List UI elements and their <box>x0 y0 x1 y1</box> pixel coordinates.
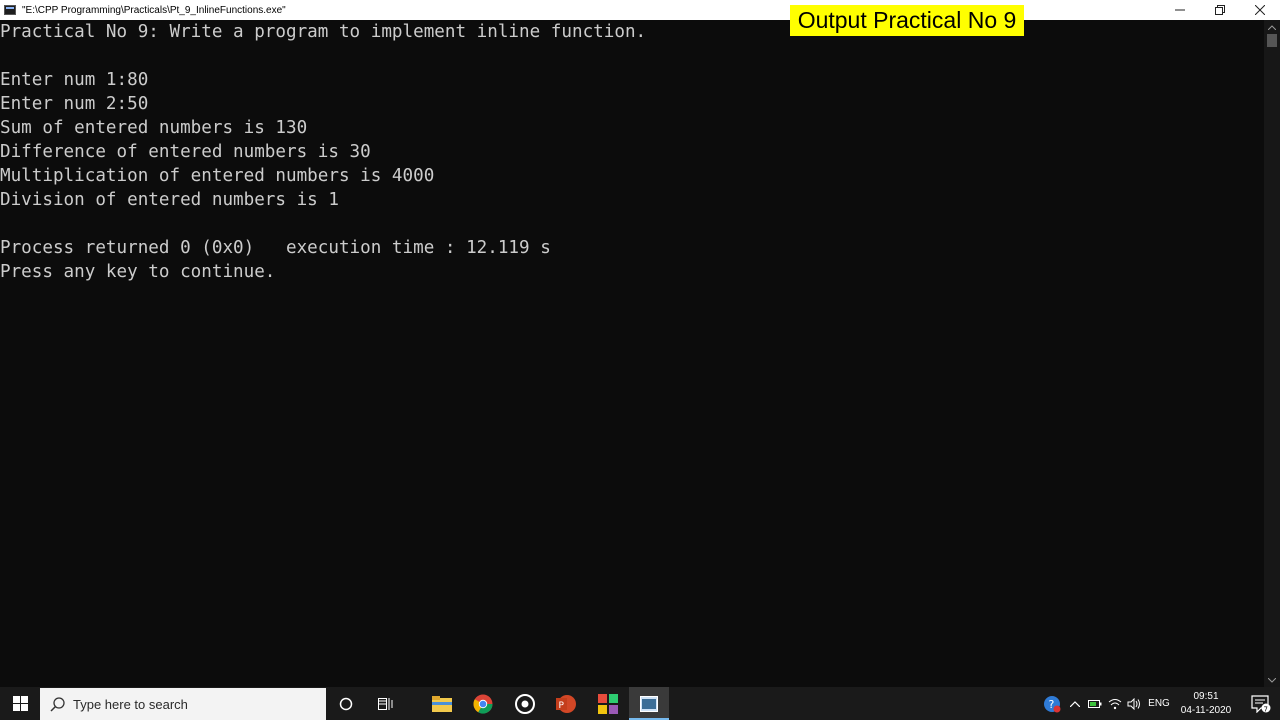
window-title: "E:\CPP Programming\Practicals\Pt_9_Inli… <box>22 4 286 16</box>
close-icon <box>1255 5 1265 15</box>
taskbar-console-app[interactable] <box>629 687 669 720</box>
console-line: Difference of entered numbers is 30 <box>0 142 371 162</box>
minimize-button[interactable] <box>1160 0 1200 20</box>
taskbar-colorful-app[interactable] <box>588 687 628 720</box>
chrome-icon <box>473 694 493 714</box>
restore-icon <box>1215 5 1225 15</box>
colorful-app-icon <box>598 693 618 714</box>
task-view-button[interactable] <box>366 687 406 720</box>
scroll-down-button[interactable] <box>1264 673 1280 687</box>
window-controls <box>1160 0 1280 20</box>
media-player-icon <box>515 693 535 714</box>
chevron-up-icon <box>1070 700 1080 707</box>
console-line: Sum of entered numbers is 130 <box>0 118 308 138</box>
battery-icon <box>1088 699 1102 708</box>
console-line: Practical No 9: Write a program to imple… <box>0 22 647 42</box>
wifi-icon <box>1108 698 1122 709</box>
console-line: Multiplication of entered numbers is 400… <box>0 166 435 186</box>
tray-volume[interactable] <box>1125 687 1143 720</box>
tray-battery[interactable] <box>1086 687 1104 720</box>
console-line: Division of entered numbers is 1 <box>0 190 339 210</box>
help-icon: ? <box>1044 695 1061 712</box>
scroll-up-button[interactable] <box>1264 20 1280 34</box>
cortana-button[interactable] <box>326 687 366 720</box>
console-app-icon <box>640 695 658 712</box>
cortana-icon <box>339 697 353 710</box>
tray-wifi[interactable] <box>1106 687 1124 720</box>
windows-logo-icon <box>12 696 28 711</box>
taskbar-clock[interactable]: 09:51 04-11-2020 <box>1170 687 1242 720</box>
tray-overflow[interactable] <box>1066 687 1084 720</box>
chevron-down-icon <box>1268 677 1276 683</box>
close-button[interactable] <box>1240 0 1280 20</box>
file-explorer-icon <box>432 695 452 712</box>
console-line: Enter num 1:80 <box>0 70 149 90</box>
notification-count: 7 <box>1264 705 1268 713</box>
taskbar: Type here to search P ? ENG 09:51 04-11-… <box>0 687 1280 720</box>
notification-icon: 7 <box>1251 694 1271 713</box>
taskbar-powerpoint[interactable]: P <box>546 687 586 720</box>
volume-icon <box>1127 697 1140 710</box>
search-icon <box>50 696 65 712</box>
clock-time: 09:51 <box>1193 690 1219 702</box>
svg-text:P: P <box>559 701 565 711</box>
tray-help[interactable]: ? <box>1040 687 1064 720</box>
task-view-icon <box>378 697 393 710</box>
taskbar-search-box[interactable]: Type here to search <box>40 688 326 720</box>
taskbar-chrome[interactable] <box>463 687 503 720</box>
minimize-icon <box>1175 9 1185 11</box>
console-line: Press any key to continue. <box>0 262 276 282</box>
console-window-icon <box>4 5 16 15</box>
console-line: Process returned 0 (0x0) execution time … <box>0 238 551 258</box>
maximize-button[interactable] <box>1200 0 1240 20</box>
clock-date: 04-11-2020 <box>1180 704 1232 716</box>
taskbar-media-player[interactable] <box>505 687 545 720</box>
powerpoint-icon: P <box>556 694 576 713</box>
console-output[interactable]: Practical No 9: Write a program to imple… <box>0 20 1264 687</box>
taskbar-file-explorer[interactable] <box>422 687 462 720</box>
action-center-button[interactable]: 7 <box>1242 687 1280 720</box>
title-bar: "E:\CPP Programming\Practicals\Pt_9_Inli… <box>0 0 1280 20</box>
vertical-scrollbar[interactable] <box>1264 20 1280 687</box>
tray-language[interactable]: ENG <box>1146 687 1172 720</box>
chevron-up-icon <box>1268 24 1276 30</box>
scrollbar-thumb[interactable] <box>1267 34 1277 47</box>
search-placeholder: Type here to search <box>73 696 188 712</box>
console-line: Enter num 2:50 <box>0 94 149 114</box>
start-button[interactable] <box>0 687 40 720</box>
